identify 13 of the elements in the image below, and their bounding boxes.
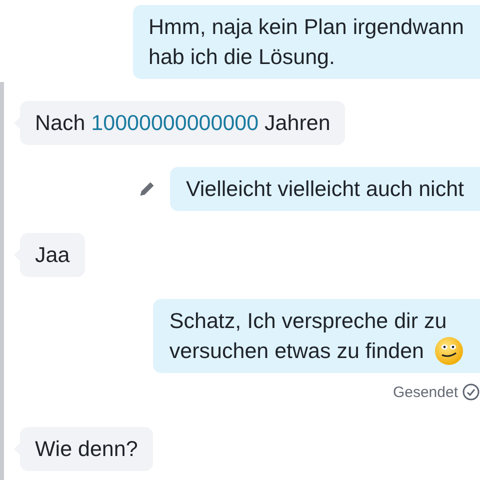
message-text: Nach xyxy=(35,110,86,137)
smiley-icon xyxy=(434,336,464,366)
check-circle-icon xyxy=(462,383,480,401)
number-link[interactable]: 10000000000000 xyxy=(91,108,259,138)
message-text: versuchen etwas zu finden xyxy=(169,338,424,365)
message-text: Schatz, Ich verspreche dir zu xyxy=(169,308,447,335)
message-text: Hmm, naja kein Plan irgendwann xyxy=(148,14,464,41)
message-text: Vielleicht vielleicht auch nicht xyxy=(186,176,464,203)
message-text: hab ich die Lösung. xyxy=(148,44,335,71)
status-text: Gesendet xyxy=(392,384,458,400)
message-text: Wie denn? xyxy=(35,436,138,463)
message-text: Jaa xyxy=(35,242,70,269)
message-text: Jahren xyxy=(264,110,330,137)
